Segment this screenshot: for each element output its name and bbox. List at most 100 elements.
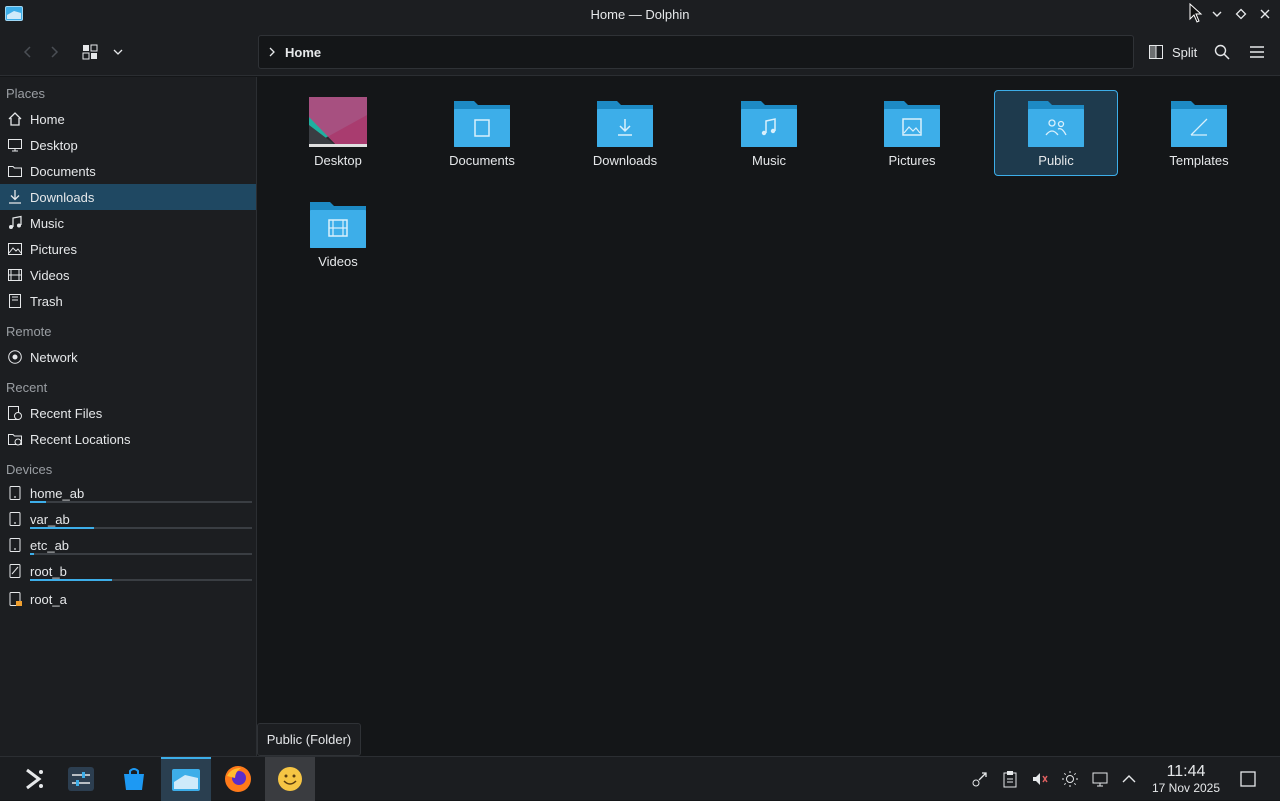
connect-tray-button[interactable]: [970, 769, 990, 789]
sidebar-item-videos[interactable]: Videos: [0, 262, 256, 288]
volume-tray-button[interactable]: [1030, 769, 1050, 789]
file-item-videos[interactable]: Videos: [276, 191, 400, 277]
file-name: Downloads: [592, 153, 658, 168]
show-desktop-button[interactable]: [1238, 769, 1258, 789]
capacity-bar-etc-ab: [30, 553, 252, 555]
show-hidden-icons-button[interactable]: [1119, 769, 1139, 789]
kde-connect-icon: [972, 772, 987, 787]
emoji-task[interactable]: [265, 757, 315, 801]
brightness-icon: [1062, 771, 1078, 787]
split-button[interactable]: Split: [1142, 38, 1203, 66]
sidebar-item-root-a[interactable]: root_a: [0, 586, 256, 612]
arrow-right-icon: [51, 46, 59, 58]
file-view[interactable]: Desktop Documents Downloads Music Pictur…: [257, 77, 1280, 756]
discover-task[interactable]: [109, 757, 159, 801]
file-item-downloads[interactable]: Downloads: [563, 90, 687, 176]
sidebar-item-desktop[interactable]: Desktop: [0, 132, 256, 158]
menu-button[interactable]: [1247, 42, 1267, 62]
tooltip: Public (Folder): [257, 723, 361, 756]
desktop-icon: [6, 136, 24, 154]
system-settings-task[interactable]: [56, 757, 106, 801]
file-name: Documents: [449, 153, 515, 168]
smiley-icon: [278, 767, 302, 791]
capacity-fill: [30, 527, 95, 529]
forward-button[interactable]: [44, 42, 64, 62]
clipboard-tray-button[interactable]: [1000, 769, 1020, 789]
music-folder-icon: [741, 101, 797, 147]
search-button[interactable]: [1212, 42, 1232, 62]
recent-locations-icon: [6, 430, 24, 448]
capacity-fill: [30, 501, 46, 503]
dolphin-task[interactable]: [161, 757, 211, 801]
sidebar-item-network[interactable]: Network: [0, 344, 256, 370]
file-item-templates[interactable]: Templates: [1137, 90, 1261, 176]
capacity-fill: [30, 579, 113, 581]
show-desktop-icon: [1240, 771, 1256, 787]
network-tray-button[interactable]: [1090, 769, 1110, 789]
file-name: Public: [1038, 153, 1074, 168]
file-item-pictures[interactable]: Pictures: [850, 90, 974, 176]
firefox-task[interactable]: [213, 757, 263, 801]
file-item-public[interactable]: Public: [994, 90, 1118, 176]
application-launcher-button[interactable]: [9, 757, 59, 801]
capacity-bar-home-ab: [30, 501, 252, 503]
hamburger-menu-icon: [1250, 46, 1264, 58]
drive-icon: [6, 510, 24, 528]
places-header: Places: [6, 86, 46, 101]
discover-store-icon: [124, 768, 144, 790]
templates-folder-icon: [1171, 101, 1227, 147]
close-button[interactable]: [1257, 6, 1273, 22]
view-mode-button[interactable]: [80, 42, 100, 62]
videos-folder-icon: [310, 202, 366, 248]
sidebar-item-label: etc_ab: [30, 537, 70, 553]
file-name: Templates: [1169, 153, 1229, 168]
sidebar-item-recent-files[interactable]: Recent Files: [0, 400, 256, 426]
desktop-folder-icon: [309, 97, 367, 147]
back-button[interactable]: [18, 42, 38, 62]
file-item-music[interactable]: Music: [707, 90, 831, 176]
breadcrumb-home[interactable]: Home: [285, 45, 321, 60]
drive-locked-icon: [6, 590, 24, 608]
sidebar-item-label: root_b: [30, 563, 67, 579]
view-options-dropdown[interactable]: [108, 42, 128, 62]
sidebar-item-label: Recent Locations: [30, 431, 131, 447]
file-item-desktop[interactable]: Desktop: [276, 90, 400, 176]
brightness-tray-button[interactable]: [1060, 769, 1080, 789]
sidebar-item-label: Home: [30, 111, 65, 127]
sidebar-item-label: var_ab: [30, 511, 70, 527]
digital-clock[interactable]: 11:44 17 Nov 2025: [1146, 763, 1226, 795]
capacity-bar-var-ab: [30, 527, 252, 529]
remote-header: Remote: [6, 324, 52, 339]
devices-header: Devices: [6, 462, 53, 477]
dolphin-icon: [172, 769, 200, 791]
drive-icon: [6, 484, 24, 502]
mouse-cursor-icon: [1189, 3, 1203, 23]
sidebar-item-label: Pictures: [30, 241, 77, 257]
maximize-button[interactable]: [1233, 6, 1249, 22]
file-item-documents[interactable]: Documents: [420, 90, 544, 176]
file-name: Pictures: [888, 153, 936, 168]
minimize-button[interactable]: [1209, 6, 1225, 22]
sidebar-item-documents[interactable]: Documents: [0, 158, 256, 184]
sidebar-item-label: Trash: [30, 293, 63, 309]
sidebar-item-downloads[interactable]: Downloads: [0, 184, 256, 210]
split-label: Split: [1172, 44, 1198, 60]
sidebar-item-home[interactable]: Home: [0, 106, 256, 132]
pictures-folder-icon: [884, 101, 940, 147]
sidebar-item-recent-locations[interactable]: Recent Locations: [0, 426, 256, 452]
settings-sliders-icon: [68, 767, 94, 791]
sidebar-item-music[interactable]: Music: [0, 210, 256, 236]
file-name: Videos: [318, 254, 358, 269]
videos-icon: [6, 266, 24, 284]
sidebar-item-pictures[interactable]: Pictures: [0, 236, 256, 262]
steamos-launcher-icon: [26, 768, 43, 790]
drive-icon: [6, 562, 24, 580]
chevron-right-icon: [269, 47, 275, 57]
wired-network-icon: [1092, 772, 1108, 787]
dolphin-app-icon: [5, 6, 23, 21]
location-bar[interactable]: Home: [258, 35, 1134, 69]
clock-time: 11:44: [1166, 763, 1206, 780]
search-icon: [1214, 44, 1230, 60]
sidebar-item-trash[interactable]: Trash: [0, 288, 256, 314]
sidebar-item-label: root_a: [30, 591, 67, 607]
